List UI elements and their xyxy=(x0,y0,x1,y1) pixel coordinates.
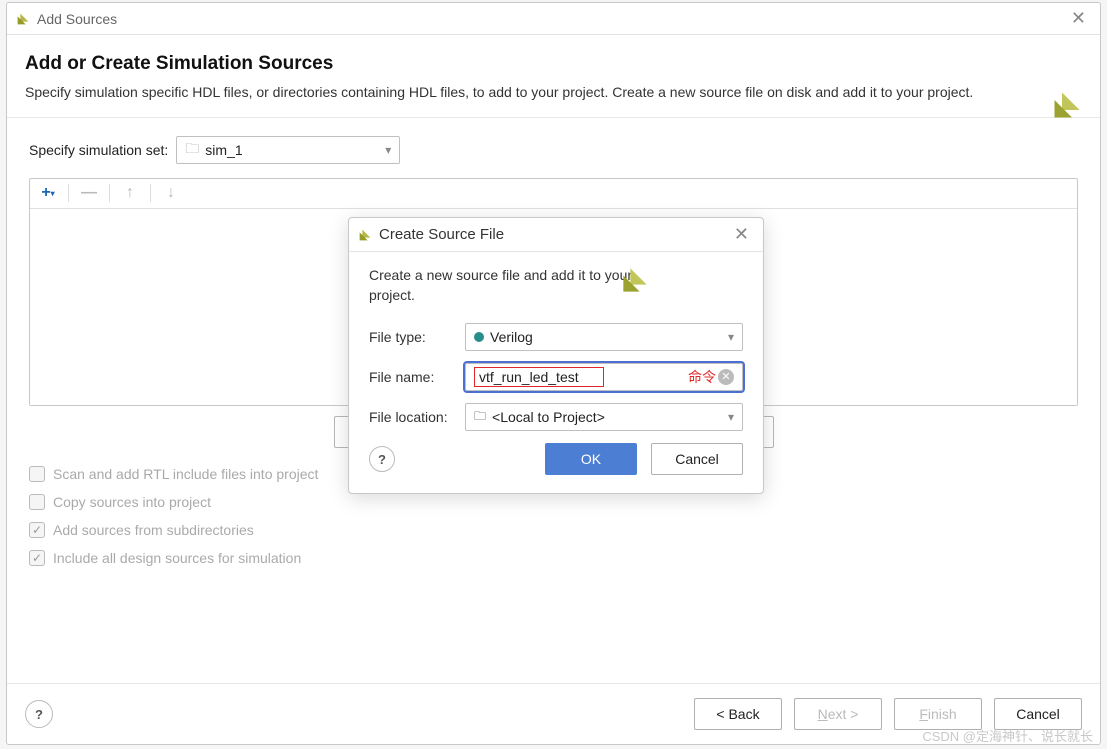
checkbox-checked-icon: ✓ xyxy=(29,522,45,538)
page-description: Specify simulation specific HDL files, o… xyxy=(25,83,1045,103)
modal-cancel-button[interactable]: Cancel xyxy=(651,443,743,475)
checkbox-unchecked-icon xyxy=(29,494,45,510)
vivado-logo-icon xyxy=(621,266,649,294)
clear-icon[interactable]: ✕ xyxy=(718,369,734,385)
main-titlebar: Add Sources ✕ xyxy=(7,3,1100,35)
simulation-set-row: Specify simulation set: 🗀 sim_1 ▾ xyxy=(29,136,1078,164)
move-down-button[interactable]: ↓ xyxy=(159,181,183,205)
vivado-logo-icon xyxy=(1052,90,1082,120)
simulation-set-value: sim_1 xyxy=(205,142,242,158)
option-subdirs[interactable]: ✓ Add sources from subdirectories xyxy=(29,522,1078,538)
watermark: CSDN @定海神针、说长就长 xyxy=(922,726,1093,745)
folder-icon: 🗀 xyxy=(185,138,199,162)
modal-footer: ? OK Cancel xyxy=(369,443,743,475)
separator xyxy=(109,184,110,202)
modal-description: Create a new source file and add it to y… xyxy=(369,267,632,303)
file-type-label: File type: xyxy=(369,329,465,345)
checkbox-checked-icon: ✓ xyxy=(29,550,45,566)
file-name-label: File name: xyxy=(369,369,465,385)
separator xyxy=(150,184,151,202)
simulation-set-select[interactable]: 🗀 sim_1 ▾ xyxy=(176,136,400,164)
modal-body: Create a new source file and add it to y… xyxy=(349,252,763,493)
vivado-icon xyxy=(15,11,31,27)
modal-titlebar: Create Source File ✕ xyxy=(349,218,763,252)
move-up-button[interactable]: ↑ xyxy=(118,181,142,205)
close-icon[interactable]: ✕ xyxy=(728,224,755,245)
file-name-value: vtf_run_led_test xyxy=(474,367,604,387)
modal-description-row: Create a new source file and add it to y… xyxy=(369,266,649,305)
help-button[interactable]: ? xyxy=(25,700,53,728)
header-area: Add or Create Simulation Sources Specify… xyxy=(7,35,1100,118)
file-name-row: File name: vtf_run_led_test 命令 ✕ xyxy=(369,363,743,391)
file-name-input[interactable]: vtf_run_led_test 命令 ✕ xyxy=(465,363,743,391)
close-icon[interactable]: ✕ xyxy=(1065,8,1092,29)
file-type-row: File type: Verilog ▾ xyxy=(369,323,743,351)
simulation-set-label: Specify simulation set: xyxy=(29,142,168,158)
add-button[interactable]: +▾ xyxy=(36,181,60,205)
page-title: Add or Create Simulation Sources xyxy=(25,53,1080,75)
option-include-design[interactable]: ✓ Include all design sources for simulat… xyxy=(29,550,1078,566)
modal-title: Create Source File xyxy=(379,226,504,243)
checkbox-unchecked-icon xyxy=(29,466,45,482)
file-location-select[interactable]: 🗀 <Local to Project> ▾ xyxy=(465,403,743,431)
chevron-down-icon: ▾ xyxy=(385,143,391,157)
back-button[interactable]: < Back xyxy=(694,698,782,730)
chevron-down-icon: ▾ xyxy=(728,410,734,424)
help-button[interactable]: ? xyxy=(369,446,395,472)
separator xyxy=(68,184,69,202)
file-type-value: Verilog xyxy=(490,329,533,345)
chevron-down-icon: ▾ xyxy=(728,330,734,344)
source-list-toolbar: +▾ — ↑ ↓ xyxy=(30,179,1077,209)
ok-button[interactable]: OK xyxy=(545,443,637,475)
next-button: Next > xyxy=(794,698,882,730)
create-source-file-dialog: Create Source File ✕ Create a new source… xyxy=(348,217,764,494)
annotation: 命令 ✕ xyxy=(688,367,734,387)
verilog-icon xyxy=(474,332,484,342)
file-location-label: File location: xyxy=(369,409,465,425)
window-title: Add Sources xyxy=(37,11,117,27)
option-copy[interactable]: Copy sources into project xyxy=(29,494,1078,510)
file-location-value: <Local to Project> xyxy=(492,409,605,425)
vivado-icon xyxy=(357,227,373,243)
remove-button[interactable]: — xyxy=(77,181,101,205)
file-type-select[interactable]: Verilog ▾ xyxy=(465,323,743,351)
folder-icon: 🗀 xyxy=(474,407,486,428)
file-location-row: File location: 🗀 <Local to Project> ▾ xyxy=(369,403,743,431)
